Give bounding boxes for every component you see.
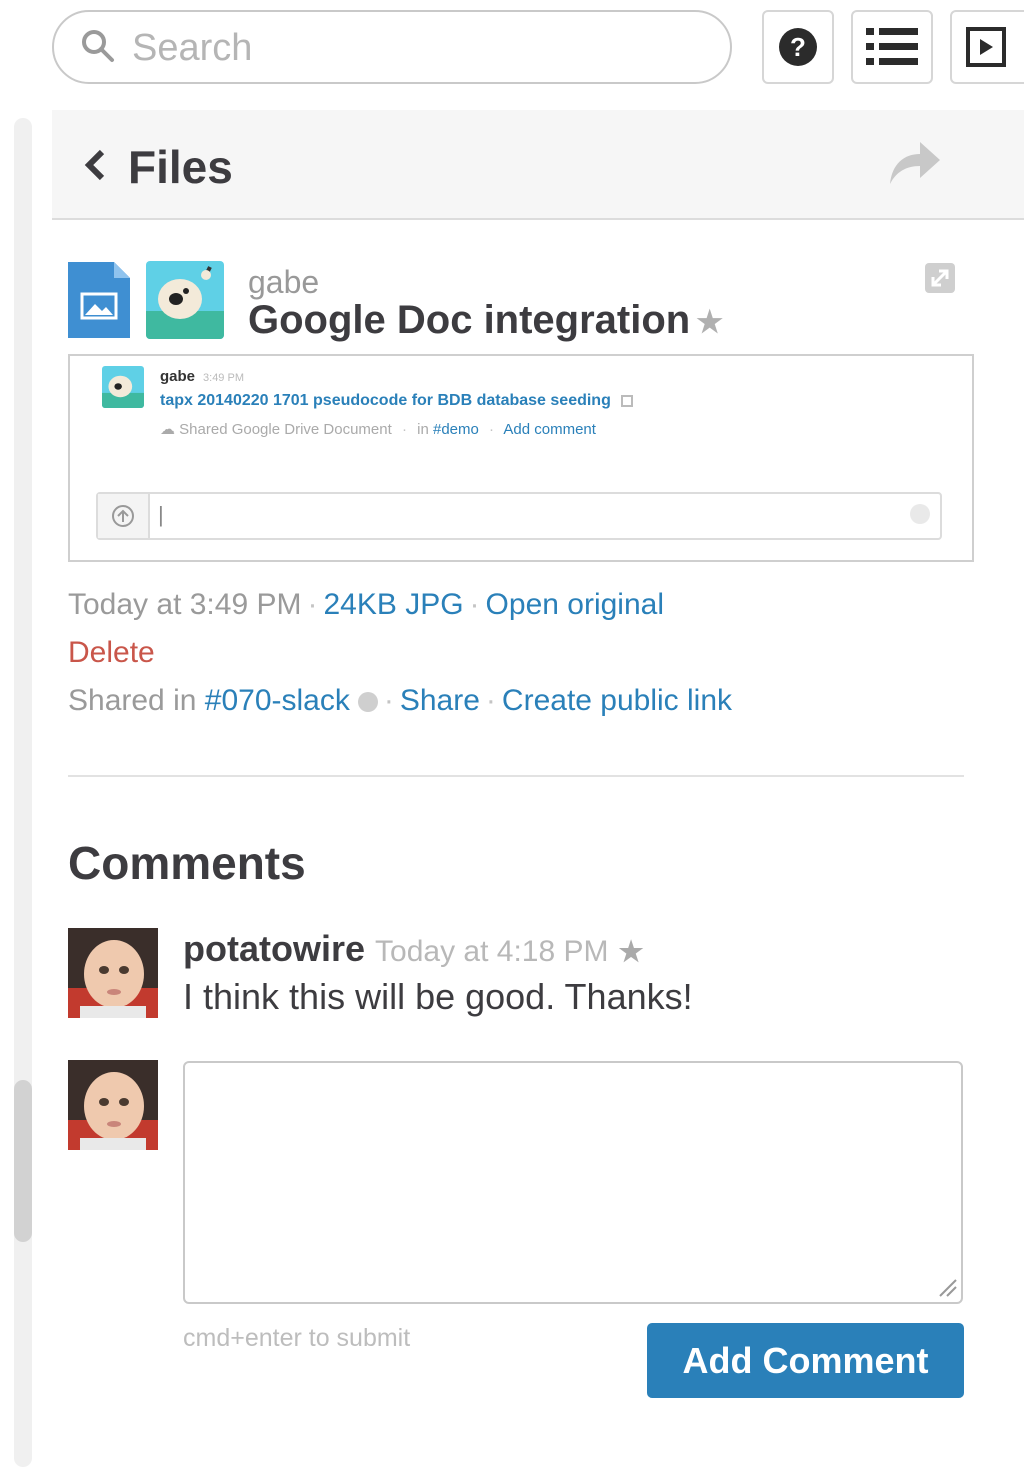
text-caret: | bbox=[158, 502, 164, 527]
file-title-text: Google Doc integration bbox=[248, 298, 691, 342]
separator: · bbox=[489, 421, 495, 438]
preview-doc-title-text: tapx 20140220 1701 pseudocode for BDB da… bbox=[160, 392, 611, 409]
image-file-icon bbox=[68, 262, 130, 338]
shared-in-line: Shared in #070-slack · Share · Create public… bbox=[68, 684, 732, 718]
delete-link[interactable]: Delete bbox=[68, 636, 155, 669]
comment-input[interactable] bbox=[183, 1061, 963, 1304]
preview-user-name: gabe bbox=[160, 368, 196, 385]
share-arrow-icon[interactable] bbox=[886, 138, 942, 188]
sidebar-scrollbar-thumb[interactable] bbox=[14, 1080, 32, 1242]
channel-status-icon bbox=[357, 692, 378, 713]
external-link-icon bbox=[621, 394, 634, 407]
current-user-avatar bbox=[68, 1060, 158, 1150]
separator: · bbox=[469, 588, 480, 621]
sidebar-scroll-track bbox=[14, 118, 32, 1467]
comments-heading: Comments bbox=[68, 837, 306, 889]
uploader-avatar[interactable] bbox=[146, 261, 224, 339]
separator: · bbox=[401, 421, 407, 438]
cartoon-avatar-icon bbox=[102, 366, 144, 408]
uploader-name[interactable]: gabe bbox=[248, 264, 319, 301]
file-meta-line: Today at 3:49 PM · 24KB JPG · Open original bbox=[68, 588, 664, 622]
comment-author: potatowire Today at 4:18 PM ★ bbox=[183, 928, 644, 970]
star-icon[interactable]: ★ bbox=[618, 936, 643, 967]
add-comment-button[interactable]: Add Comment bbox=[647, 1323, 964, 1398]
flexpane-button[interactable] bbox=[950, 10, 1024, 84]
file-title: Google Doc integration ★ bbox=[248, 298, 723, 343]
page-title: Files bbox=[128, 141, 233, 193]
separator: · bbox=[383, 684, 394, 717]
chevron-left-icon[interactable] bbox=[82, 148, 108, 182]
file-preview[interactable]: gabe 3:49 PM tapx 20140220 1701 pseudocod… bbox=[68, 354, 974, 562]
preview-avatar bbox=[102, 366, 144, 408]
expand-icon[interactable] bbox=[924, 262, 956, 294]
avatar[interactable] bbox=[68, 928, 158, 1018]
create-public-link[interactable]: Create public link bbox=[502, 684, 732, 717]
file-size-link[interactable]: 24KB JPG bbox=[323, 588, 463, 621]
emoji-icon bbox=[910, 504, 930, 524]
upload-icon bbox=[98, 494, 150, 538]
comment-timestamp: Today at 4:18 PM bbox=[375, 935, 609, 968]
preview-doc-title: tapx 20140220 1701 pseudocode for BDB da… bbox=[160, 392, 634, 410]
file-timestamp: Today at 3:49 PM bbox=[68, 588, 302, 621]
search-input[interactable] bbox=[132, 24, 692, 72]
preview-meta-in: in bbox=[417, 421, 429, 438]
files-header: Files bbox=[52, 110, 1024, 220]
list-icon bbox=[866, 28, 918, 65]
preview-user: gabe 3:49 PM bbox=[160, 368, 244, 385]
comment-author-name[interactable]: potatowire bbox=[183, 928, 365, 969]
comment-text: I think this will be good. Thanks! bbox=[183, 976, 693, 1017]
preview-meta-prefix: Shared Google Drive Document bbox=[179, 421, 392, 438]
flexpane-icon bbox=[966, 27, 1006, 67]
submit-hint: cmd+enter to submit bbox=[183, 1324, 411, 1352]
delete-line: Delete bbox=[68, 636, 155, 670]
baby-avatar-icon bbox=[68, 1060, 158, 1150]
star-icon[interactable]: ★ bbox=[696, 306, 723, 339]
shared-in-label: Shared in bbox=[68, 684, 197, 717]
svg-text:?: ? bbox=[790, 32, 806, 62]
search-icon bbox=[82, 30, 114, 62]
share-link[interactable]: Share bbox=[400, 684, 480, 717]
preview-channel-link: #demo bbox=[432, 421, 479, 438]
help-icon: ? bbox=[779, 28, 817, 66]
baby-avatar-icon bbox=[68, 928, 158, 1018]
resize-handle-icon[interactable] bbox=[936, 1276, 958, 1298]
cloud-icon: ☁ bbox=[160, 421, 175, 438]
preview-add-comment-link: Add comment bbox=[503, 421, 596, 438]
preview-meta: ☁ Shared Google Drive Document · in #dem… bbox=[160, 420, 596, 438]
help-button[interactable]: ? bbox=[762, 10, 834, 84]
preview-time: 3:49 PM bbox=[203, 372, 244, 384]
separator: · bbox=[485, 684, 496, 717]
channel-link[interactable]: #070-slack bbox=[205, 684, 350, 717]
divider bbox=[68, 775, 964, 777]
cartoon-avatar-icon bbox=[146, 261, 224, 339]
list-button[interactable] bbox=[851, 10, 933, 84]
preview-message-input: | bbox=[96, 492, 942, 540]
open-original-link[interactable]: Open original bbox=[486, 588, 664, 621]
search-box[interactable] bbox=[52, 10, 732, 84]
separator: · bbox=[307, 588, 318, 621]
